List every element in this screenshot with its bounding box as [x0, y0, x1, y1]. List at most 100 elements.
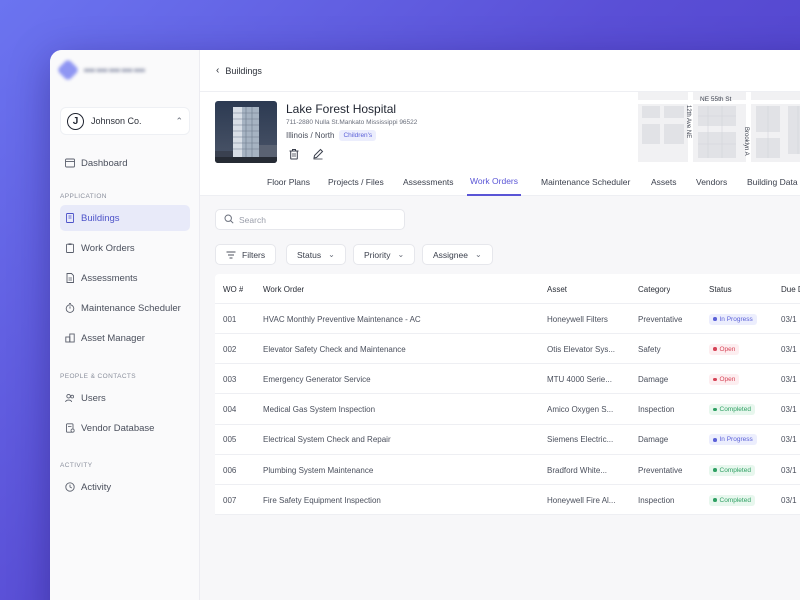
main-area: ‹ Buildings Lake Forest Hospital 711-288…	[200, 50, 800, 600]
column-header-category[interactable]: Category	[638, 274, 670, 304]
status-badge: Open	[709, 343, 740, 355]
org-switcher[interactable]: J Johnson Co. ⌃	[60, 107, 190, 135]
table-row[interactable]: 001 HVAC Monthly Preventive Maintenance -…	[215, 304, 800, 334]
priority-filter[interactable]: Priority ⌄	[353, 244, 416, 265]
tab-floor-plans[interactable]: Floor Plans	[264, 168, 313, 196]
column-header-work-order[interactable]: Work Order	[263, 274, 304, 304]
stopwatch-icon	[65, 303, 75, 313]
cell-category: Preventative	[638, 465, 683, 475]
chevron-down-icon: ⌄	[474, 250, 482, 259]
cell-wo: 001	[223, 314, 237, 324]
cell-status: Open	[709, 364, 740, 394]
tab-assessments[interactable]: Assessments	[400, 168, 457, 196]
status-dot-icon	[713, 498, 717, 502]
status-dot-icon	[713, 407, 717, 412]
sidebar-item-buildings[interactable]: Buildings	[60, 205, 190, 231]
map-label-avenue: 12th Ave NE	[685, 105, 691, 138]
clipboard-icon	[65, 243, 75, 253]
chevron-down-icon: ⌄	[397, 250, 405, 259]
location-text: Illinois / North	[286, 131, 335, 140]
status-text: In Progress	[719, 436, 753, 444]
table-row[interactable]: 004 Medical Gas System Inspection Amico Ox…	[215, 395, 800, 425]
status-text: Open	[719, 375, 736, 383]
cell-category: Preventative	[638, 314, 683, 324]
chevron-left-icon[interactable]: ‹	[216, 65, 219, 76]
cell-work-order: Elevator Safety Check and Maintenance	[263, 344, 406, 354]
tab-work-orders[interactable]: Work Orders	[467, 168, 522, 196]
sidebar-item-users[interactable]: Users	[60, 385, 190, 411]
edit-icon[interactable]	[312, 148, 324, 160]
status-badge: Completed	[709, 404, 755, 416]
trash-icon[interactable]	[288, 148, 300, 160]
sidebar-item-maintenance-scheduler[interactable]: Maintenance Scheduler	[60, 295, 190, 321]
cell-asset: Siemens Electric...	[547, 435, 614, 445]
table-row[interactable]: 007 Fire Safety Equipment Inspection Honey…	[215, 485, 800, 516]
cell-due-date: 03/1	[781, 405, 797, 415]
breadcrumb-buildings-link[interactable]: Buildings	[225, 66, 262, 76]
cell-asset: MTU 4000 Serie...	[547, 374, 612, 384]
status-badge: Completed	[709, 494, 755, 506]
cell-category: Damage	[638, 435, 669, 445]
sidebar-item-label: Asset Manager	[81, 332, 145, 344]
cell-category: Inspection	[638, 405, 675, 415]
assignee-filter[interactable]: Assignee ⌄	[422, 244, 493, 265]
sidebar-item-vendor-database[interactable]: Vendor Database	[60, 415, 190, 441]
status-text: Completed	[719, 466, 751, 474]
cell-status: Completed	[709, 395, 755, 425]
cell-work-order: Plumbing System Maintenance	[263, 465, 374, 475]
cell-wo: 004	[223, 405, 237, 415]
table-row[interactable]: 005 Electrical System Check and Repair Sie…	[215, 425, 800, 455]
column-header-wo[interactable]: WO #	[223, 274, 243, 304]
cell-due-date: 03/1	[781, 374, 797, 384]
cell-asset: Amico Oxygen S...	[547, 405, 614, 415]
tab-maintenance-scheduler[interactable]: Maintenance Scheduler	[538, 168, 633, 196]
table-row[interactable]: 006 Plumbing System Maintenance Bradford W…	[215, 455, 800, 485]
cell-status: In Progress	[709, 304, 757, 334]
search-box[interactable]	[215, 209, 405, 230]
search-input[interactable]	[239, 214, 389, 225]
table-header: WO # Work Order Asset Category Status Du…	[215, 274, 800, 304]
status-filter[interactable]: Status ⌄	[286, 244, 346, 265]
cell-status: Completed	[709, 455, 755, 485]
filters-label: Filters	[242, 249, 266, 260]
status-dot-icon	[713, 438, 717, 442]
cell-due-date: 03/1	[781, 344, 797, 354]
column-header-asset[interactable]: Asset	[547, 274, 567, 304]
cell-due-date: 03/1	[781, 495, 797, 505]
header-actions	[288, 148, 324, 160]
status-dot-icon	[713, 317, 717, 321]
sidebar-item-assessments[interactable]: Assessments	[60, 265, 190, 291]
boxes-icon	[65, 333, 75, 343]
building-tag: Children's	[339, 130, 377, 141]
location-map[interactable]: NE 55th St 12th Ave NE Brooklyn A	[638, 92, 800, 162]
org-avatar: J	[67, 112, 84, 130]
column-header-due-date[interactable]: Due D	[781, 274, 800, 304]
cell-work-order: Medical Gas System Inspection	[263, 405, 376, 415]
status-badge: In Progress	[709, 434, 757, 446]
cell-work-order: Fire Safety Equipment Inspection	[263, 495, 381, 505]
section-people-contacts: PEOPLE & CONTACTS	[60, 373, 137, 380]
tab-projects-files[interactable]: Projects / Files	[325, 168, 387, 196]
section-activity: ACTIVITY	[60, 462, 93, 469]
table-row[interactable]: 003 Emergency Generator Service MTU 4000 S…	[215, 364, 800, 395]
tab-assets[interactable]: Assets	[648, 168, 680, 196]
assignee-filter-label: Assignee	[433, 249, 468, 260]
work-orders-table: WO # Work Order Asset Category Status Du…	[215, 274, 800, 516]
tab-vendors[interactable]: Vendors	[693, 168, 730, 196]
cell-work-order: Electrical System Check and Repair	[263, 435, 391, 445]
building-icon	[65, 213, 75, 223]
cell-due-date: 03/1	[781, 465, 797, 475]
column-header-status[interactable]: Status	[709, 274, 732, 304]
building-tabs: Floor Plans Projects / Files Assessments…	[200, 168, 800, 196]
map-label-brooklyn: Brooklyn A	[743, 127, 749, 156]
sidebar-item-activity[interactable]: Activity	[60, 474, 190, 500]
sidebar-item-dashboard[interactable]: Dashboard	[60, 150, 190, 176]
sidebar-item-asset-manager[interactable]: Asset Manager	[60, 325, 190, 351]
tab-building-data[interactable]: Building Data	[744, 168, 800, 196]
cell-asset: Bradford White...	[547, 465, 608, 475]
status-text: Completed	[719, 496, 751, 504]
table-row[interactable]: 002 Elevator Safety Check and Maintenance…	[215, 334, 800, 365]
sidebar-item-work-orders[interactable]: Work Orders	[60, 235, 190, 261]
cell-wo: 005	[223, 435, 237, 445]
filters-button[interactable]: Filters	[215, 244, 277, 265]
